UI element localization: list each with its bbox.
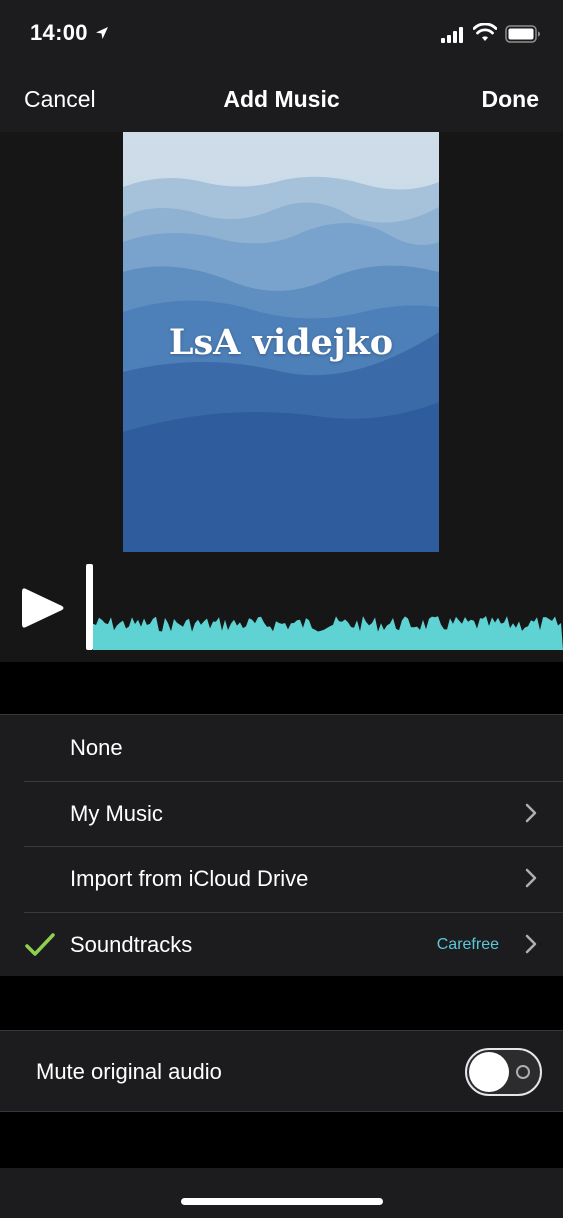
cancel-button[interactable]: Cancel xyxy=(24,86,96,113)
status-bar: 14:00 xyxy=(0,0,563,68)
mute-original-audio-row: Mute original audio xyxy=(0,1030,563,1112)
navigation-bar: Add Music Cancel Done xyxy=(0,68,563,132)
battery-icon xyxy=(505,25,540,43)
status-time: 14:00 xyxy=(30,20,88,45)
home-indicator-area xyxy=(0,1168,563,1218)
bottom-spacer xyxy=(0,1112,563,1168)
section-gap xyxy=(0,976,563,1030)
playhead[interactable] xyxy=(86,564,93,650)
list-item-none[interactable]: None xyxy=(0,715,563,781)
list-item-label: My Music xyxy=(70,800,163,826)
toggle-knob xyxy=(469,1052,509,1092)
video-poster: LsA videjko xyxy=(123,132,439,552)
section-gap xyxy=(0,662,563,714)
chevron-right-icon xyxy=(525,803,537,822)
checkmark-icon xyxy=(25,932,55,956)
list-item-my-music[interactable]: My Music xyxy=(0,780,563,847)
play-icon[interactable] xyxy=(20,587,66,629)
list-item-import-icloud-drive[interactable]: Import from iCloud Drive xyxy=(0,846,563,912)
home-indicator[interactable] xyxy=(181,1198,383,1205)
chevron-right-icon xyxy=(525,934,537,953)
selected-soundtrack-name: Carefree xyxy=(436,935,499,953)
list-item-label: Import from iCloud Drive xyxy=(70,866,309,891)
poster-title: LsA videjko xyxy=(168,322,394,363)
mute-original-audio-label: Mute original audio xyxy=(36,1059,222,1084)
video-preview-area: LsA videjko xyxy=(0,132,563,662)
cellular-signal-icon xyxy=(441,27,463,43)
music-source-list: None My Music Import from iCloud Drive S… xyxy=(0,714,563,978)
audio-waveform[interactable] xyxy=(93,604,563,650)
location-arrow-icon xyxy=(96,27,108,39)
mute-original-audio-toggle[interactable] xyxy=(465,1048,542,1096)
list-item-label: None xyxy=(70,735,123,760)
list-item-label: Soundtracks xyxy=(70,931,193,957)
wifi-icon xyxy=(473,23,497,41)
list-item-soundtracks[interactable]: Soundtracks Carefree xyxy=(0,911,563,978)
done-button[interactable]: Done xyxy=(482,86,540,113)
chevron-right-icon xyxy=(525,868,537,888)
toggle-off-indicator-icon xyxy=(516,1065,530,1079)
